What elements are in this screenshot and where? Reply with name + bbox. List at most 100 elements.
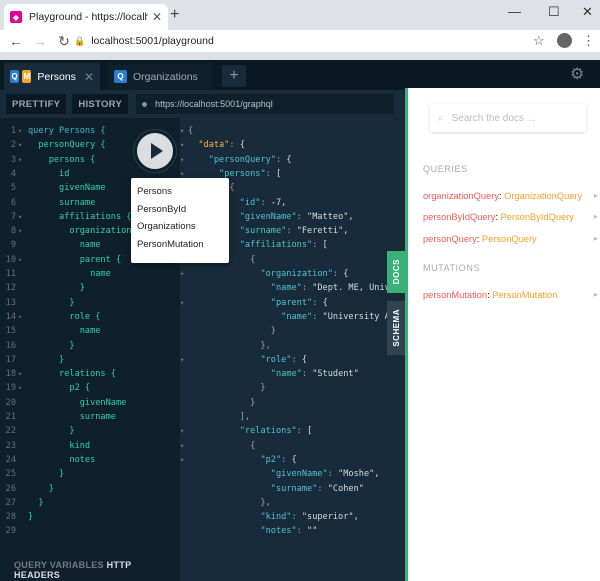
fold-arrow-icon[interactable]: ▾ [180, 296, 184, 310]
query-badge: Q [114, 70, 127, 83]
fold-arrow-icon[interactable]: ▾ [180, 267, 184, 281]
docs-mutation-item[interactable]: personMutation: PersonMutation ▸ [423, 290, 600, 300]
operation-item[interactable]: PersonMutation [131, 236, 229, 254]
result-line: "name": "University A" [180, 310, 405, 324]
fold-arrow-icon[interactable]: ▾ [180, 424, 184, 438]
code-text: } [28, 469, 65, 480]
fold-arrow-icon[interactable]: ▾ [180, 353, 184, 367]
browser-tab[interactable]: ◆ Playground - https://localhost:50 ✕ [4, 4, 168, 30]
close-icon[interactable]: ✕ [84, 70, 94, 84]
fold-arrow-icon[interactable]: ▾ [18, 381, 22, 395]
endpoint-input[interactable]: https://localhost:5001/graphql [136, 94, 395, 114]
run-query-button[interactable] [134, 130, 176, 172]
forward-icon[interactable]: → [32, 33, 48, 49]
chevron-right-icon: ▸ [593, 234, 598, 243]
result-text: "p2": { [260, 454, 297, 465]
code-text: name [28, 326, 101, 337]
result-text: { [188, 440, 256, 451]
line-number: 2 [10, 140, 16, 151]
fold-arrow-icon[interactable]: ▾ [180, 153, 184, 167]
result-text: "personQuery": { [208, 154, 292, 165]
operation-dropdown: Persons PersonById Organizations PersonM… [131, 178, 229, 263]
fold-arrow-icon[interactable]: ▾ [18, 124, 22, 138]
tab-persons[interactable]: Q M Persons ✕ [4, 63, 100, 90]
result-text: "data": { [198, 140, 245, 151]
mutation-badge: M [22, 70, 32, 83]
result-line: "surname": "Cohen" [180, 482, 405, 496]
url-input[interactable]: 🔒 localhost:5001/playground [74, 31, 554, 51]
line-number: 5 [10, 183, 16, 194]
code-line: 11 name [0, 267, 180, 281]
code-text: surname [28, 197, 96, 208]
code-line: 29 [0, 524, 180, 538]
docs-search-input[interactable]: ⌕ Search the docs ... [430, 104, 586, 132]
line-number: 18 [5, 369, 16, 380]
history-button[interactable]: HISTORY [72, 94, 129, 114]
fold-arrow-icon[interactable]: ▾ [180, 138, 184, 152]
bookmark-star-icon[interactable]: ☆ [533, 33, 545, 49]
result-line: } [180, 324, 405, 338]
schema-side-tab[interactable]: SCHEMA [387, 301, 405, 355]
fold-arrow-icon[interactable]: ▾ [18, 224, 22, 238]
back-icon[interactable]: ← [8, 33, 24, 49]
fold-arrow-icon[interactable]: ▾ [180, 453, 184, 467]
line-number: 6 [10, 197, 16, 208]
operation-item[interactable]: PersonById [131, 201, 229, 219]
result-text: "givenName": "Moshe", [270, 469, 380, 480]
new-tab-icon[interactable]: + [170, 6, 179, 24]
field-name: organizationQuery [423, 191, 499, 201]
minimize-icon[interactable]: — [508, 4, 521, 19]
result-line: ▾{ [180, 124, 405, 138]
fold-arrow-icon[interactable]: ▾ [18, 210, 22, 224]
docs-query-item[interactable]: personByIdQuery: PersonByIdQuery ▸ [423, 212, 600, 222]
result-line: }, [180, 496, 405, 510]
line-number: 16 [5, 340, 16, 351]
result-text: "kind": "superior", [260, 512, 359, 523]
result-line: ▾ "personQuery": { [180, 153, 405, 167]
result-text: }, [188, 340, 271, 351]
tab-organizations[interactable]: Q Organizations [108, 63, 212, 90]
line-number: 4 [10, 168, 16, 179]
address-bar: ← → ↻ 🔒 localhost:5001/playground ☆ ⋮ [0, 30, 600, 52]
result-line: ▾ { [180, 439, 405, 453]
chevron-right-icon: ▸ [593, 191, 598, 200]
line-number: 25 [5, 469, 16, 480]
menu-kebab-icon[interactable]: ⋮ [582, 33, 595, 49]
fold-arrow-icon[interactable]: ▾ [18, 310, 22, 324]
line-number: 27 [5, 497, 16, 508]
docs-query-item[interactable]: personQuery: PersonQuery ▸ [423, 234, 600, 244]
result-line: }, [180, 339, 405, 353]
operation-item[interactable]: Persons [131, 183, 229, 201]
fold-arrow-icon[interactable]: ▾ [18, 138, 22, 152]
line-number: 19 [5, 383, 16, 394]
code-text: affiliations { [28, 211, 132, 222]
add-tab-button[interactable]: + [222, 65, 246, 87]
prettify-button[interactable]: PRETTIFY [6, 94, 67, 114]
lock-icon: 🔒 [74, 35, 86, 46]
operation-item[interactable]: Organizations [131, 218, 229, 236]
fold-arrow-icon[interactable]: ▾ [18, 253, 22, 267]
fold-arrow-icon[interactable]: ▾ [180, 124, 184, 138]
variables-headers-bar[interactable]: QUERY VARIABLES HTTP HEADERS [0, 558, 180, 581]
code-line: 23 kind [0, 439, 180, 453]
fold-arrow-icon[interactable]: ▾ [180, 439, 184, 453]
result-line: ▾ "relations": [ [180, 424, 405, 438]
fold-arrow-icon[interactable]: ▾ [18, 367, 22, 381]
reload-icon[interactable]: ↻ [56, 33, 72, 50]
query-variables-tab[interactable]: QUERY VARIABLES [14, 560, 104, 570]
endpoint-url: https://localhost:5001/graphql [155, 99, 273, 109]
field-type: OrganizationQuery [504, 191, 583, 201]
docs-query-item[interactable]: organizationQuery: OrganizationQuery ▸ [423, 191, 600, 201]
close-tab-icon[interactable]: ✕ [152, 10, 162, 24]
code-text: parent { [28, 254, 122, 265]
fold-arrow-icon[interactable]: ▾ [18, 153, 22, 167]
profile-avatar[interactable] [557, 33, 572, 48]
gear-icon[interactable]: ⚙ [570, 64, 584, 84]
line-number: 9 [10, 240, 16, 251]
close-window-icon[interactable]: ✕ [582, 4, 593, 20]
browser-titlebar: ◆ Playground - https://localhost:50 ✕ + … [0, 0, 600, 30]
result-text: "role": { [260, 354, 308, 365]
docs-side-tab[interactable]: DOCS [387, 251, 405, 293]
maximize-icon[interactable]: ☐ [548, 4, 560, 20]
result-line: "name": "Dept. ME, Unive [180, 281, 405, 295]
